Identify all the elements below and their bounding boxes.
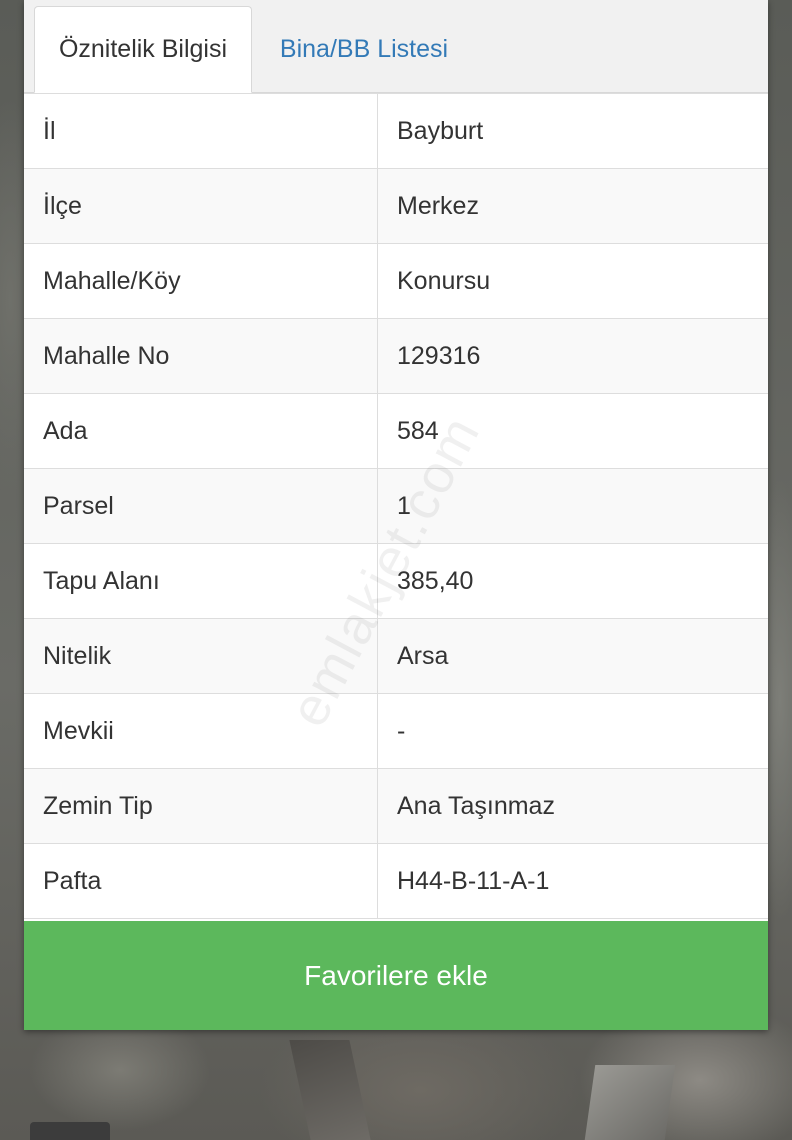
row-value: 129316 — [377, 318, 768, 394]
row-value: 385,40 — [377, 543, 768, 619]
row-label: Mahalle No — [24, 318, 378, 394]
attribute-table: İl Bayburt İlçe Merkez Mahalle/Köy Konur… — [24, 93, 768, 919]
tab-bina-bb-listesi[interactable]: Bina/BB Listesi — [264, 6, 464, 92]
tab-oznitelik-bilgisi[interactable]: Öznitelik Bilgisi — [34, 6, 252, 93]
row-label: Parsel — [24, 468, 378, 544]
row-value: Arsa — [377, 618, 768, 694]
row-value: Ana Taşınmaz — [377, 768, 768, 844]
row-value: Konursu — [377, 243, 768, 319]
parcel-info-panel: Öznitelik Bilgisi Bina/BB Listesi İl Bay… — [24, 0, 768, 1030]
row-label: Ada — [24, 393, 378, 469]
tab-bar: Öznitelik Bilgisi Bina/BB Listesi — [24, 0, 768, 93]
table-row: Parsel 1 — [24, 468, 768, 544]
row-label: Tapu Alanı — [24, 543, 378, 619]
row-value: - — [377, 693, 768, 769]
row-label: Mevkii — [24, 693, 378, 769]
table-row: İl Bayburt — [24, 93, 768, 169]
row-label: İlçe — [24, 168, 378, 244]
table-row: Mahalle No 129316 — [24, 318, 768, 394]
row-label: Pafta — [24, 843, 378, 919]
row-label: Zemin Tip — [24, 768, 378, 844]
table-row: İlçe Merkez — [24, 168, 768, 244]
table-row: Pafta H44-B-11-A-1 — [24, 843, 768, 919]
table-row: Ada 584 — [24, 393, 768, 469]
row-label: Mahalle/Köy — [24, 243, 378, 319]
row-label: Nitelik — [24, 618, 378, 694]
row-value: 584 — [377, 393, 768, 469]
row-value: Bayburt — [377, 93, 768, 169]
table-row: Zemin Tip Ana Taşınmaz — [24, 768, 768, 844]
table-row: Nitelik Arsa — [24, 618, 768, 694]
add-to-favorites-button[interactable]: Favorilere ekle — [24, 921, 768, 1030]
row-value: 1 — [377, 468, 768, 544]
table-row: Tapu Alanı 385,40 — [24, 543, 768, 619]
row-value: Merkez — [377, 168, 768, 244]
table-row: Mahalle/Köy Konursu — [24, 243, 768, 319]
table-row: Mevkii - — [24, 693, 768, 769]
row-value: H44-B-11-A-1 — [377, 843, 768, 919]
map-control-icon[interactable] — [30, 1122, 110, 1140]
row-label: İl — [24, 93, 378, 169]
building-roof — [584, 1065, 676, 1140]
